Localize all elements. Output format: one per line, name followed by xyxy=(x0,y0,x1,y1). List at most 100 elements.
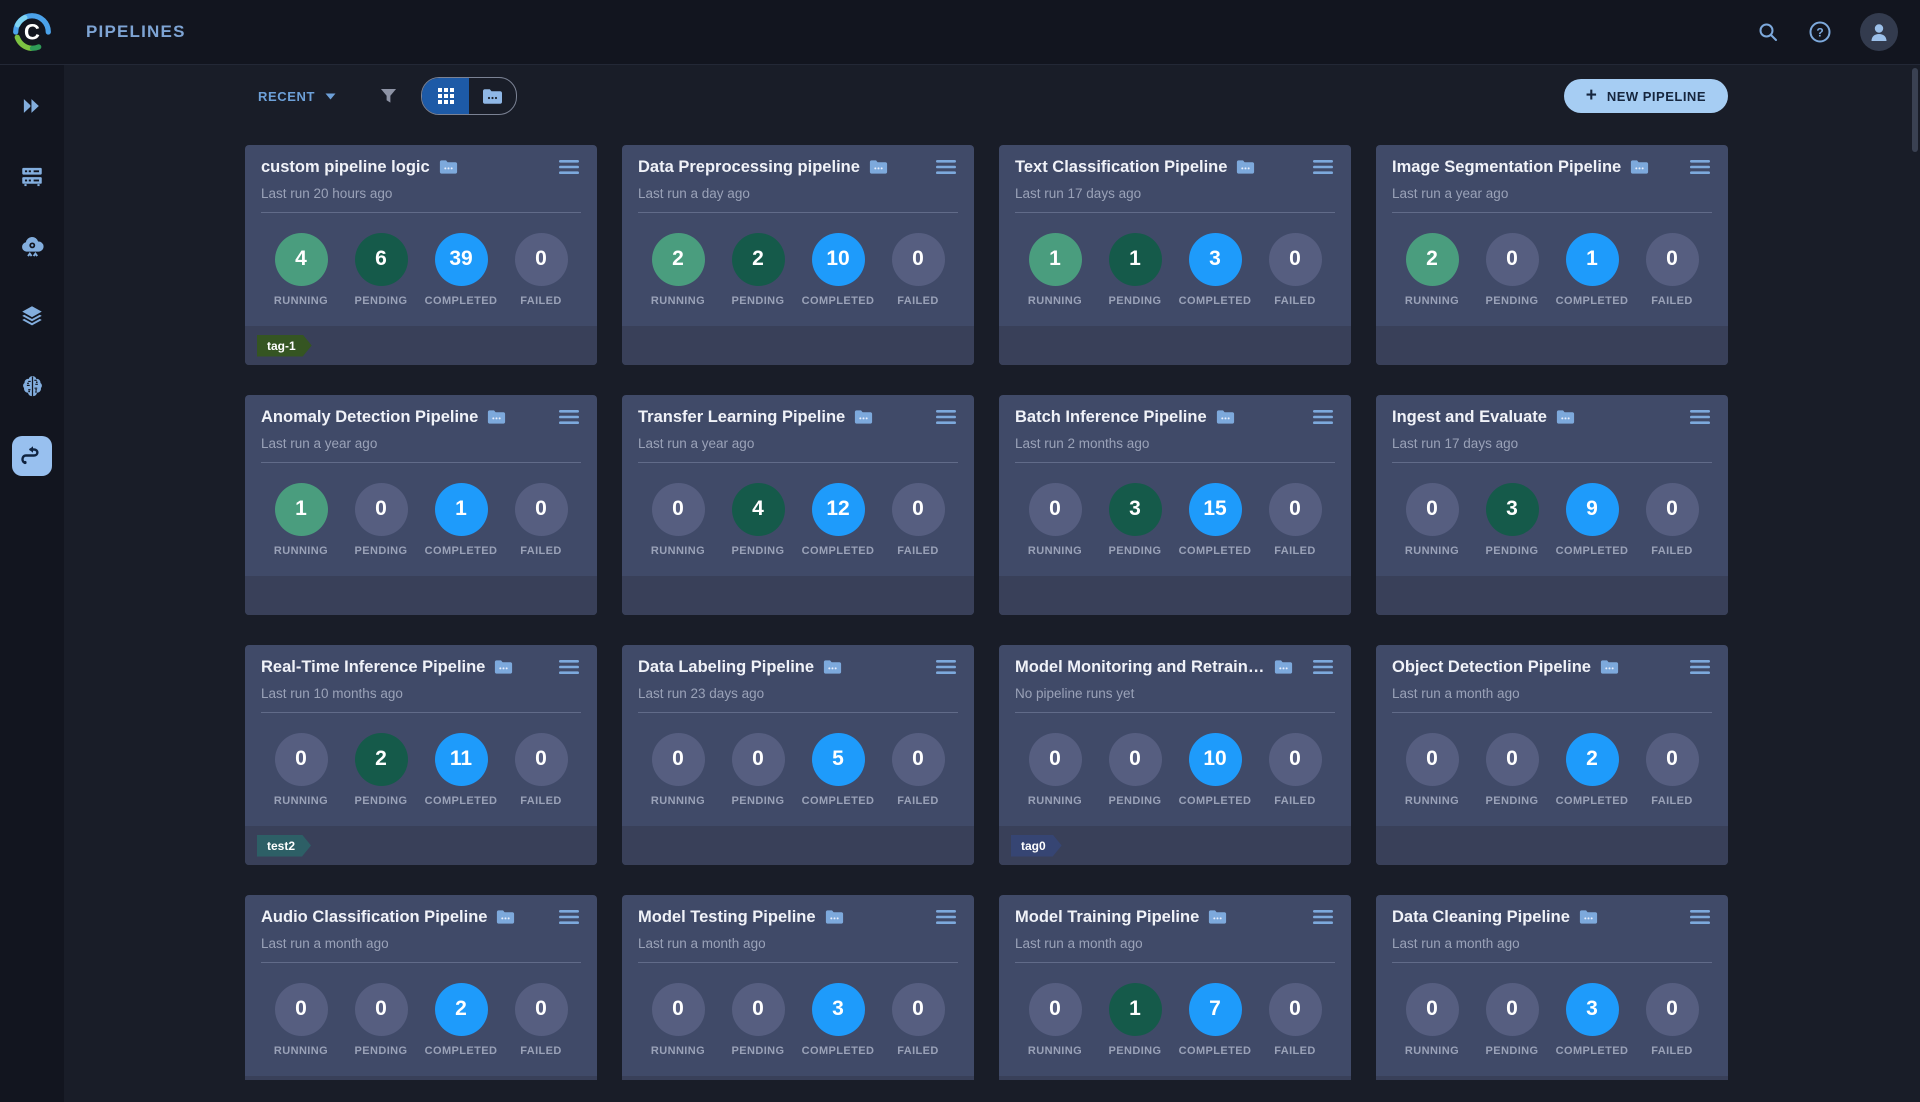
card-menu-button[interactable] xyxy=(934,658,958,676)
pipeline-card[interactable]: Anomaly Detection Pipeline Last run a ye… xyxy=(245,395,597,615)
vertical-scrollbar[interactable] xyxy=(1912,68,1918,152)
pending-count: 3 xyxy=(1109,483,1162,536)
completed-label: COMPLETED xyxy=(1556,295,1629,307)
pipeline-card[interactable]: Text Classification Pipeline Last run 17… xyxy=(999,145,1351,365)
card-menu-button[interactable] xyxy=(557,908,581,926)
card-header: Anomaly Detection Pipeline Last run a ye… xyxy=(245,395,597,463)
card-menu-button[interactable] xyxy=(1311,408,1335,426)
page-title: PIPELINES xyxy=(86,22,186,42)
last-run-text: Last run a month ago xyxy=(638,936,958,963)
completed-label: COMPLETED xyxy=(802,545,875,557)
card-menu-button[interactable] xyxy=(1311,658,1335,676)
pipeline-card[interactable]: Data Preprocessing pipeline Last run a d… xyxy=(622,145,974,365)
pending-label: PENDING xyxy=(732,795,785,807)
card-footer: test2 xyxy=(245,826,597,865)
project-folder-icon xyxy=(1630,159,1649,175)
run-stats: 0 RUNNING 3 PENDING 15 COMPLETED 0 FAILE… xyxy=(999,463,1351,576)
clearml-logo[interactable]: C xyxy=(0,0,64,64)
card-menu-button[interactable] xyxy=(934,408,958,426)
card-menu-button[interactable] xyxy=(1311,908,1335,926)
grid-view-icon xyxy=(437,87,455,105)
sidebar-item-models[interactable] xyxy=(12,366,52,406)
pipeline-card[interactable]: Model Testing Pipeline Last run a month … xyxy=(622,895,974,1080)
card-menu-button[interactable] xyxy=(557,158,581,176)
last-run-text: No pipeline runs yet xyxy=(1015,686,1335,713)
stat-pending: 0 PENDING xyxy=(341,983,421,1057)
card-header: Image Segmentation Pipeline Last run a y… xyxy=(1376,145,1728,213)
stat-pending: 1 PENDING xyxy=(1095,983,1175,1057)
search-icon[interactable] xyxy=(1756,20,1780,44)
card-menu-button[interactable] xyxy=(1688,158,1712,176)
sidebar-item-workers-queues[interactable] xyxy=(12,156,52,196)
pipeline-card[interactable]: Transfer Learning Pipeline Last run a ye… xyxy=(622,395,974,615)
stat-running: 0 RUNNING xyxy=(638,483,718,557)
pipeline-title: Data Labeling Pipeline xyxy=(638,658,814,677)
pending-count: 1 xyxy=(1109,983,1162,1036)
failed-count: 0 xyxy=(1646,233,1699,286)
stat-running: 4 RUNNING xyxy=(261,233,341,307)
new-pipeline-button[interactable]: + NEW PIPELINE xyxy=(1564,79,1728,113)
completed-count: 10 xyxy=(812,233,865,286)
card-header: Model Training Pipeline Last run a month… xyxy=(999,895,1351,963)
run-stats: 0 RUNNING 0 PENDING 10 COMPLETED 0 FAILE… xyxy=(999,713,1351,826)
card-menu-button[interactable] xyxy=(934,158,958,176)
run-stats: 0 RUNNING 1 PENDING 7 COMPLETED 0 FAILED xyxy=(999,963,1351,1076)
sidebar-item-applications[interactable] xyxy=(12,226,52,266)
stat-failed: 0 FAILED xyxy=(1255,483,1335,557)
pipeline-card[interactable]: Data Cleaning Pipeline Last run a month … xyxy=(1376,895,1728,1080)
pipeline-card[interactable]: Model Training Pipeline Last run a month… xyxy=(999,895,1351,1080)
card-header: Real-Time Inference Pipeline Last run 10… xyxy=(245,645,597,713)
pipeline-card[interactable]: Model Monitoring and Retraining No pipel… xyxy=(999,645,1351,865)
pipeline-card[interactable]: Data Labeling Pipeline Last run 23 days … xyxy=(622,645,974,865)
last-run-text: Last run a month ago xyxy=(261,936,581,963)
brain-icon xyxy=(19,373,46,400)
sort-dropdown[interactable]: RECENT xyxy=(258,89,336,104)
stat-failed: 0 FAILED xyxy=(1255,233,1335,307)
user-avatar-icon[interactable] xyxy=(1860,13,1898,51)
card-menu-button[interactable] xyxy=(1688,658,1712,676)
new-pipeline-label: NEW PIPELINE xyxy=(1607,89,1706,104)
card-menu-button[interactable] xyxy=(934,908,958,926)
clearml-logo-icon: C xyxy=(9,9,55,55)
help-icon[interactable]: ? xyxy=(1808,20,1832,44)
stat-failed: 0 FAILED xyxy=(878,233,958,307)
failed-label: FAILED xyxy=(1651,545,1693,557)
pipeline-card[interactable]: Ingest and Evaluate Last run 17 days ago xyxy=(1376,395,1728,615)
failed-label: FAILED xyxy=(1274,295,1316,307)
pipeline-card[interactable]: Object Detection Pipeline Last run a mon… xyxy=(1376,645,1728,865)
card-menu-button[interactable] xyxy=(557,408,581,426)
pipeline-title: Batch Inference Pipeline xyxy=(1015,408,1207,427)
pipeline-card[interactable]: custom pipeline logic Last run 20 hours … xyxy=(245,145,597,365)
sidebar-item-datasets[interactable] xyxy=(12,296,52,336)
card-menu-button[interactable] xyxy=(1688,408,1712,426)
sidebar-item-pipelines[interactable] xyxy=(12,436,52,476)
run-stats: 2 RUNNING 2 PENDING 10 COMPLETED 0 FAILE… xyxy=(622,213,974,326)
stat-running: 0 RUNNING xyxy=(1015,983,1095,1057)
card-menu-button[interactable] xyxy=(557,658,581,676)
pipeline-title: Model Training Pipeline xyxy=(1015,908,1199,927)
run-stats: 0 RUNNING 2 PENDING 11 COMPLETED 0 FAILE… xyxy=(245,713,597,826)
pending-count: 3 xyxy=(1486,483,1539,536)
sidebar-item-projects[interactable] xyxy=(12,86,52,126)
filter-button[interactable] xyxy=(380,88,397,105)
stat-running: 1 RUNNING xyxy=(1015,233,1095,307)
pending-label: PENDING xyxy=(1486,795,1539,807)
running-count: 0 xyxy=(652,983,705,1036)
failed-count: 0 xyxy=(515,733,568,786)
pipeline-title: Real-Time Inference Pipeline xyxy=(261,658,485,677)
hamburger-menu-icon xyxy=(1690,910,1710,924)
pending-count: 0 xyxy=(355,483,408,536)
pipeline-card[interactable]: Real-Time Inference Pipeline Last run 10… xyxy=(245,645,597,865)
completed-label: COMPLETED xyxy=(1179,1045,1252,1057)
pipeline-card[interactable]: Image Segmentation Pipeline Last run a y… xyxy=(1376,145,1728,365)
card-footer xyxy=(622,576,974,615)
hamburger-menu-icon xyxy=(559,660,579,674)
grid-view-button[interactable] xyxy=(422,78,469,114)
folder-view-button[interactable] xyxy=(469,78,516,114)
pipeline-card[interactable]: Batch Inference Pipeline Last run 2 mont… xyxy=(999,395,1351,615)
stat-failed: 0 FAILED xyxy=(1255,983,1335,1057)
card-menu-button[interactable] xyxy=(1688,908,1712,926)
card-menu-button[interactable] xyxy=(1311,158,1335,176)
pipeline-card[interactable]: Audio Classification Pipeline Last run a… xyxy=(245,895,597,1080)
plus-icon: + xyxy=(1586,86,1597,105)
